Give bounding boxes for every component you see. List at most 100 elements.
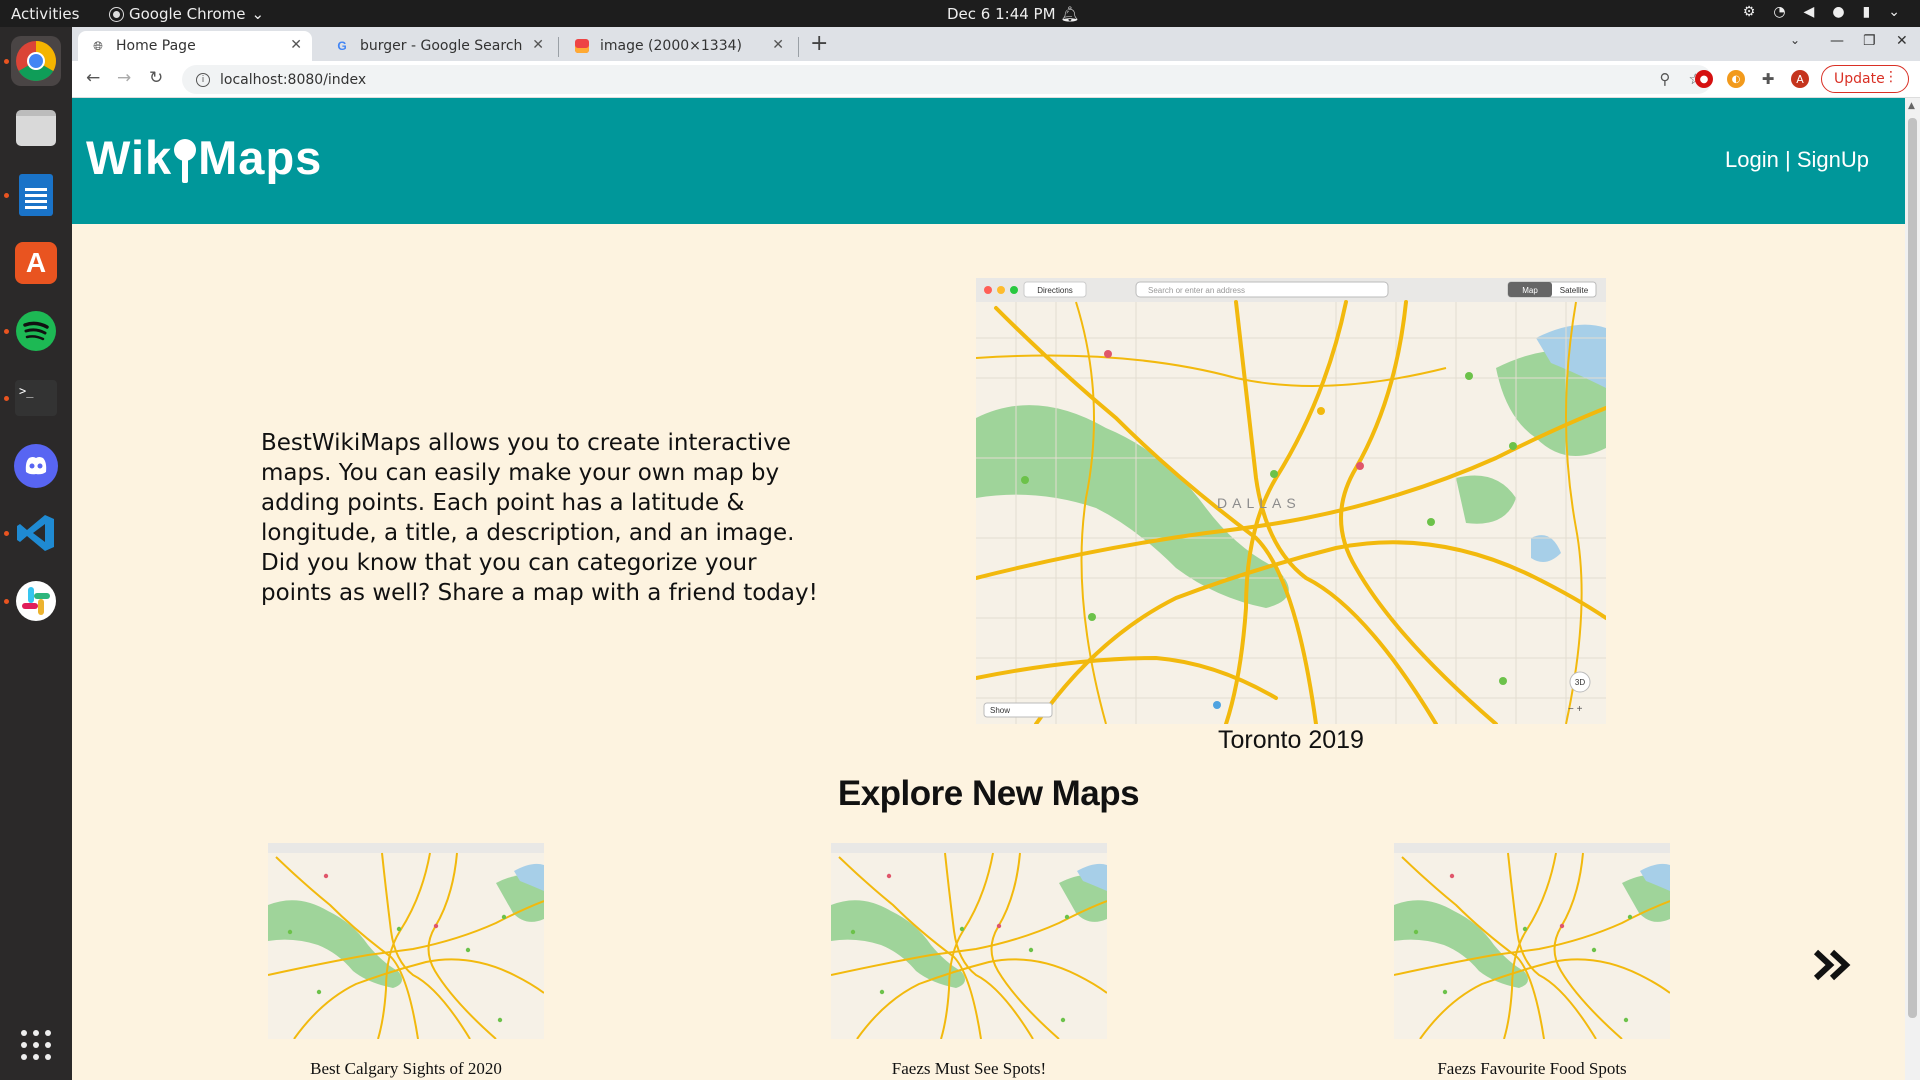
page-scrollbar[interactable]: ▲ [1905,98,1920,1080]
forward-icon[interactable]: → [117,68,131,88]
running-indicator [4,396,9,401]
map-card-thumbnail[interactable] [268,843,544,1039]
vscode-icon [17,515,54,551]
update-button[interactable]: Update ⋮ [1821,65,1909,93]
auth-links: Login | SignUp [1725,147,1869,173]
map-card[interactable]: Best Calgary Sights of 2020 [268,843,544,1079]
terminal-icon: >_ [15,380,57,416]
globe-icon: 🌐︎ [93,38,103,53]
mic-icon: ● [1832,4,1845,20]
chevron-down-icon: ⌄ [1888,4,1900,20]
dock: A >_ [0,27,72,1080]
restore-icon[interactable]: ❐ [1863,33,1876,49]
battery-icon: ▮ [1862,4,1871,20]
profile-avatar[interactable]: A [1791,70,1809,88]
chevron-down-icon: ⌄ [251,5,265,23]
tab-home-page[interactable]: 🌐︎ Home Page ✕ [78,31,312,61]
running-indicator [4,531,9,536]
profile-initial: A [1796,72,1804,86]
update-label: Update [1834,71,1885,87]
show-applications-icon[interactable] [21,1030,51,1060]
slack-icon [16,581,56,621]
kebab-menu-icon[interactable]: ⋮ [1884,69,1898,85]
close-window-icon[interactable]: ✕ [1896,33,1908,49]
page-viewport: Wik Maps Login | SignUp BestWikiMaps allo… [72,98,1905,1080]
tab-separator [558,37,559,57]
map-pin-icon [174,139,197,185]
bell-icon: 🔔︎ [1060,5,1080,23]
running-indicator [4,59,9,64]
close-tab-icon[interactable]: ✕ [532,37,544,53]
map-card[interactable]: Faezs Must See Spots! [831,843,1107,1079]
site-info-icon[interactable]: i [196,72,210,87]
zoom-icon[interactable]: ⚲ [1660,70,1671,88]
back-icon[interactable]: ← [86,68,100,88]
tab-image[interactable]: image (2000×1334) ✕ [562,31,794,61]
dock-spotify[interactable] [11,306,61,356]
adblock-extension-icon[interactable]: ● [1695,70,1713,88]
map-show-dropdown: Show [990,706,1010,715]
chrome-icon [110,7,123,21]
clock-text: Dec 6 1:44 PM [947,5,1056,23]
close-tab-icon[interactable]: ✕ [772,37,784,53]
honey-extension-icon[interactable]: ◐ [1727,70,1745,88]
document-icon [19,174,53,216]
logo-text-right: Maps [198,131,323,184]
running-indicator [4,193,9,198]
system-tray[interactable]: ⚙ ◔ ◀ ● ▮ ⌄ [1743,4,1900,20]
double-chevron-right-icon[interactable] [1812,948,1852,982]
tab-search-icon[interactable]: ⌄ [1790,33,1800,47]
reload-icon[interactable]: ↻ [149,68,163,88]
signup-link[interactable]: SignUp [1797,147,1869,172]
address-bar[interactable]: i localhost:8080/index ⚲ ☆ [182,65,1712,94]
dock-software[interactable]: A [11,238,61,288]
site-header: Wik Maps Login | SignUp [72,98,1905,224]
map-card[interactable]: Faezs Favourite Food Spots [1394,843,1670,1079]
clock[interactable]: Dec 6 1:44 PM 🔔︎ [947,5,1079,23]
dock-discord[interactable] [11,441,61,491]
activities-button[interactable]: Activities [11,5,79,23]
map-card-thumbnail[interactable] [1394,843,1670,1039]
map-search-placeholder: Search or enter an address [1148,286,1245,295]
url-text: localhost:8080/index [220,71,367,88]
featured-map-image[interactable]: Directions Search or enter an address Ma… [976,278,1606,724]
app-menu[interactable]: Google Chrome ⌄ [110,5,264,23]
minimize-icon[interactable]: — [1830,33,1844,49]
close-tab-icon[interactable]: ✕ [290,37,302,53]
explore-heading: Explore New Maps [837,774,1140,813]
map-city-label: DALLAS [1217,495,1301,511]
dock-vscode[interactable] [11,508,61,558]
site-logo[interactable]: Wik Maps [86,130,322,185]
auth-separator: | [1778,147,1797,172]
spotify-icon [16,311,56,351]
map-card-title[interactable]: Faezs Favourite Food Spots [1394,1059,1670,1079]
app-name: Google Chrome [129,5,246,23]
software-store-icon: A [15,242,57,284]
tab-burger-search[interactable]: G burger - Google Search ✕ [322,31,554,61]
map-card-title[interactable]: Faezs Must See Spots! [831,1059,1107,1079]
browser-toolbar: ← → ↻ i localhost:8080/index ⚲ ☆ ● ◐ ✚ A… [72,61,1920,98]
map-3d-button: 3D [1575,678,1585,687]
tab-separator [798,37,799,57]
map-card-thumbnail[interactable] [831,843,1107,1039]
google-icon: G [337,39,347,53]
intro-text: BestWikiMaps allows you to create intera… [261,430,818,606]
wifi-icon: ◔ [1773,4,1786,20]
dock-writer[interactable] [11,170,61,220]
featured-map-caption[interactable]: Toronto 2019 [976,726,1606,755]
scroll-up-icon[interactable]: ▲ [1908,101,1915,111]
logo-text-left: Wik [86,131,173,184]
dock-terminal[interactable]: >_ [11,373,61,423]
satellite-mode-button: Satellite [1560,286,1589,295]
dock-chrome[interactable] [11,36,61,86]
extensions-puzzle-icon[interactable]: ✚ [1759,70,1777,88]
discord-icon [14,444,58,488]
scrollbar-thumb[interactable] [1908,118,1917,1018]
dock-files[interactable] [11,103,61,153]
new-tab-icon[interactable]: + [810,31,828,56]
login-link[interactable]: Login [1725,147,1779,172]
map-card-title[interactable]: Best Calgary Sights of 2020 [268,1059,544,1079]
tab-title: Home Page [116,38,196,54]
dock-slack[interactable] [11,576,61,626]
folder-icon [16,110,56,146]
